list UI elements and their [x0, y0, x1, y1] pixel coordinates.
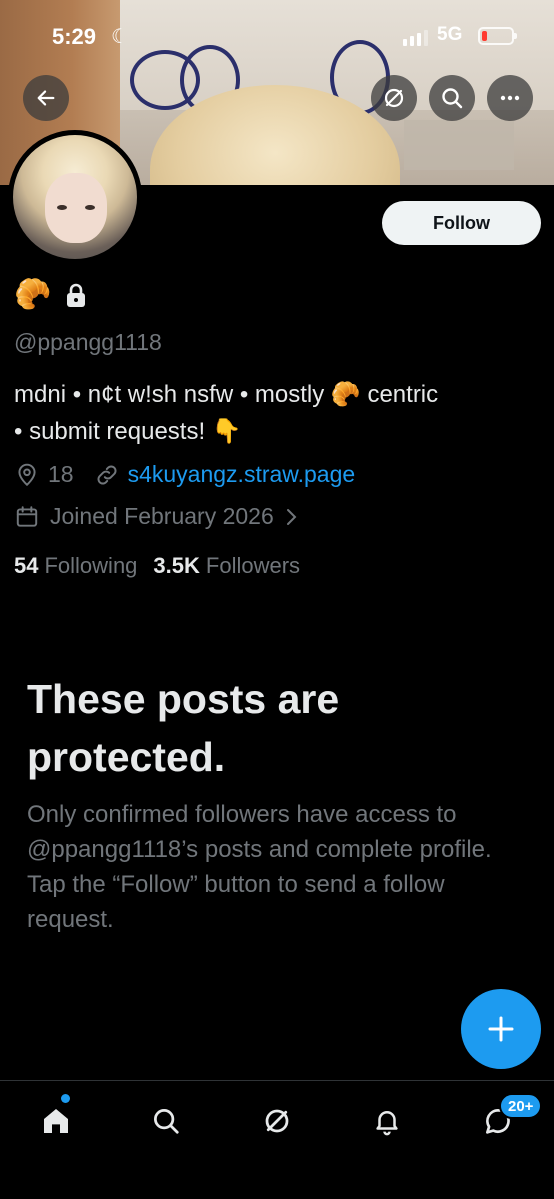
- bio-line: • submit requests! 👇: [14, 418, 242, 445]
- signal-icon: [403, 30, 428, 46]
- tab-search[interactable]: [142, 1097, 190, 1145]
- followers-link[interactable]: 3.5K Followers: [153, 553, 300, 579]
- follow-counts: 54 Following 3.5K Followers: [14, 553, 300, 579]
- chevron-right-icon: [286, 508, 297, 525]
- status-time: 5:29: [52, 24, 97, 49]
- profile-joined: Joined February 2026: [50, 503, 274, 529]
- arrow-left-icon: [37, 90, 55, 106]
- tab-home[interactable]: [32, 1097, 80, 1145]
- avatar-eye: [85, 205, 95, 210]
- follow-button[interactable]: Follow: [382, 201, 541, 245]
- search-icon: [154, 1109, 179, 1134]
- link-icon: [97, 465, 117, 484]
- display-name: 🥐: [14, 280, 87, 310]
- back-button[interactable]: [23, 75, 69, 121]
- battery-icon: [478, 27, 517, 45]
- profile-joined-row[interactable]: Joined February 2026: [14, 503, 300, 530]
- status-bar: 5:29 ☾ 5G: [0, 0, 554, 70]
- tab-notifications[interactable]: [363, 1097, 411, 1145]
- bio-line: mdni • n¢t w!sh nsfw • mostly 🥐 centric: [14, 381, 439, 408]
- avatar-eye: [57, 205, 67, 210]
- followers-label: Followers: [205, 553, 301, 578]
- more-icon: [500, 95, 520, 101]
- protected-title: These posts are protected.: [27, 676, 340, 780]
- protected-body: Only confirmed followers have access to …: [27, 801, 492, 933]
- moon-icon: ☾: [111, 26, 129, 48]
- lock-icon: [67, 283, 86, 307]
- home-icon: [44, 1109, 68, 1133]
- plus-icon: [488, 1016, 514, 1042]
- avatar[interactable]: [8, 130, 142, 264]
- search-icon: [442, 88, 463, 109]
- calendar-icon: [16, 505, 38, 527]
- location-icon: [18, 463, 36, 486]
- followers-count: 3.5K: [153, 553, 200, 578]
- tab-grok[interactable]: [253, 1097, 301, 1145]
- home-notification-dot: [61, 1094, 70, 1103]
- more-button[interactable]: [487, 75, 533, 121]
- network-label: 5G: [437, 24, 463, 45]
- following-label: Following: [44, 553, 138, 578]
- bell-icon: [376, 1111, 398, 1136]
- search-button[interactable]: [429, 75, 475, 121]
- following-link[interactable]: 54 Following: [14, 553, 137, 579]
- profile-website-link[interactable]: s4kuyangz.straw.page: [128, 461, 356, 488]
- grok-icon: [384, 88, 404, 108]
- profile-handle: @ppangg1118: [14, 329, 162, 355]
- avatar-face: [45, 173, 107, 243]
- following-count: 54: [14, 553, 39, 578]
- compose-button[interactable]: [461, 989, 541, 1069]
- profile-meta-row: 18 s4kuyangz.straw.page: [14, 461, 355, 488]
- banner-window: [404, 120, 514, 170]
- grok-button[interactable]: [371, 75, 417, 121]
- profile-location: 18: [48, 461, 74, 487]
- bottom-tab-bar: [0, 1080, 554, 1199]
- messages-badge: 20+: [499, 1093, 543, 1119]
- grok-icon: [265, 1109, 289, 1133]
- display-name-emoji: 🥐: [14, 278, 52, 311]
- profile-bio: mdni • n¢t w!sh nsfw • mostly 🥐 centric …: [14, 376, 544, 450]
